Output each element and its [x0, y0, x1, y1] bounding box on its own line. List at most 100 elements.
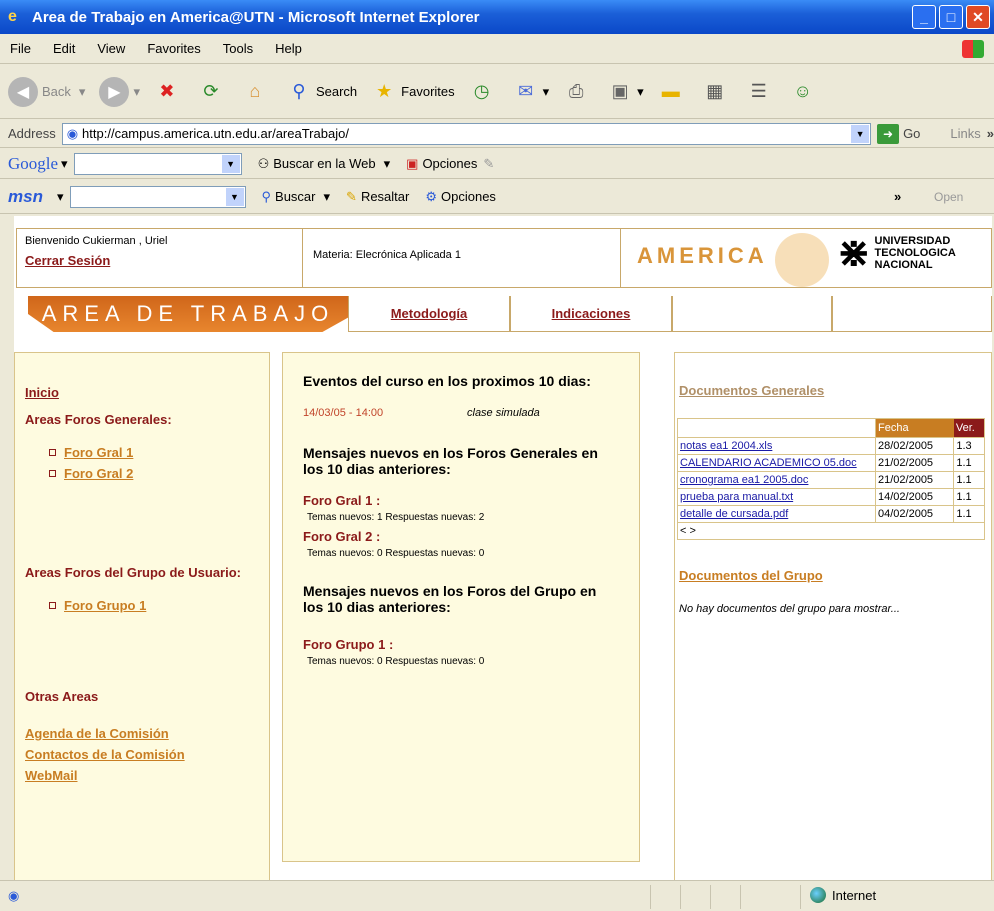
google-options-label: Opciones [422, 156, 478, 171]
mail-button[interactable]: ✉ ▾ [513, 79, 550, 105]
general-documents-heading[interactable]: Documentos Generales [679, 383, 989, 398]
print-icon: ⎙ [568, 81, 584, 101]
page-status-icon: ◉ [8, 888, 20, 903]
table-row: detalle de cursada.pdf 04/02/2005 1.1 [677, 505, 985, 523]
calculator-button[interactable]: ▦ [702, 79, 732, 105]
window-titlebar: e Area de Trabajo en America@UTN - Micro… [0, 0, 994, 34]
google-search-input[interactable]: ▼ [73, 152, 242, 175]
page-icon: ◉ [66, 125, 79, 141]
binoculars-icon: ⚇ [257, 155, 270, 171]
webmail-link[interactable]: WebMail [25, 768, 259, 783]
folder-button[interactable]: ▬ [658, 79, 688, 105]
refresh-button[interactable]: ⟳ [198, 79, 228, 105]
forward-dropdown-icon[interactable]: ▾ [133, 84, 140, 100]
search-button[interactable]: ⚲ Search [286, 79, 357, 105]
document-version: 1.3 [953, 437, 985, 455]
agenda-link[interactable]: Agenda de la Comisión [25, 726, 259, 741]
msn-search-button[interactable]: ⚲ Buscar ▾ [262, 189, 331, 205]
menu-favorites[interactable]: Favorites [147, 41, 200, 56]
stop-button[interactable]: ✖ [154, 79, 184, 105]
document-date: 28/02/2005 [874, 437, 955, 455]
refresh-icon: ⟳ [203, 81, 219, 101]
contacts-link[interactable]: Contactos de la Comisión [25, 747, 259, 762]
tab-metodologia[interactable]: Metodología [348, 296, 510, 332]
tab-bar: AREA DE TRABAJO Metodología Indicaciones [14, 296, 992, 336]
favorites-button[interactable]: ★ Favorites [371, 79, 455, 105]
pager-links[interactable]: < > [677, 522, 985, 540]
group-documents-heading[interactable]: Documentos del Grupo [679, 568, 989, 583]
course-news-panel: Eventos del curso en los proximos 10 dia… [282, 352, 640, 862]
google-search-web-button[interactable]: ⚇ Buscar en la Web ▾ [258, 156, 391, 172]
back-button[interactable]: ◀ Back ▾ [8, 76, 86, 107]
menu-tools[interactable]: Tools [223, 41, 253, 56]
messenger-button[interactable]: ☺ [790, 79, 820, 105]
menu-file[interactable]: File [10, 41, 31, 56]
forum-gral-2-link[interactable]: Foro Gral 2 [64, 466, 133, 481]
go-label: Go [903, 126, 921, 141]
document-link[interactable]: prueba para manual.txt [680, 491, 793, 503]
history-button[interactable]: ◷ [469, 79, 499, 105]
back-dropdown-icon[interactable]: ▾ [79, 84, 86, 100]
research-button[interactable]: ☰ [746, 79, 776, 105]
msn-logo: msn [8, 186, 43, 206]
document-version: 1.1 [953, 505, 985, 523]
pencil-icon: ✎ [483, 155, 495, 171]
forum-gral-2-heading: Foro Gral 2 : [303, 529, 381, 544]
links-button[interactable]: Links [950, 126, 980, 141]
document-link[interactable]: detalle de cursada.pdf [680, 508, 788, 520]
group-messages-title: Mensajes nuevos en los Foros del Grupo e… [303, 583, 597, 615]
mail-dropdown-icon: ▾ [542, 83, 550, 99]
utn-line2: TECNOLOGICA [874, 247, 956, 259]
google-menu-icon[interactable]: ▾ [61, 156, 68, 172]
calculator-icon: ▦ [706, 81, 724, 101]
security-zone: Internet [810, 887, 876, 903]
links-chevron-icon[interactable]: » [987, 126, 994, 141]
window-title: Area de Trabajo en America@UTN - Microso… [32, 8, 480, 26]
msn-menu-icon[interactable]: ▾ [57, 189, 64, 205]
edit-button[interactable]: ▣ ▾ [607, 79, 644, 105]
logout-link[interactable]: Cerrar Sesión [25, 253, 294, 268]
forward-button[interactable]: ▶ ▾ [99, 76, 140, 107]
table-row: notas ea1 2004.xls 28/02/2005 1.3 [677, 437, 985, 455]
minimize-button[interactable]: _ [912, 5, 936, 29]
tab-empty-2 [832, 296, 992, 332]
document-link[interactable]: CALENDARIO ACADEMICO 05.doc [680, 457, 857, 469]
forum-group-1-stats: Temas nuevos: 0 Respuestas nuevas: 0 [307, 656, 485, 667]
security-zone-label: Internet [832, 887, 877, 903]
search-icon: ⚲ [292, 81, 306, 101]
address-dropdown-icon[interactable]: ▼ [851, 124, 870, 143]
google-dropdown-icon[interactable]: ▼ [221, 154, 240, 173]
msn-search-input[interactable]: ▼ [69, 185, 246, 208]
forum-gral-1-link[interactable]: Foro Gral 1 [64, 445, 133, 460]
tab-area-trabajo[interactable]: AREA DE TRABAJO [28, 296, 348, 332]
menu-help[interactable]: Help [275, 41, 302, 56]
print-button[interactable]: ⎙ [563, 79, 593, 105]
forum-group-1-link[interactable]: Foro Grupo 1 [64, 598, 146, 613]
document-date: 21/02/2005 [874, 454, 955, 472]
msn-dropdown-icon[interactable]: ▼ [225, 187, 244, 206]
event-row: 14/03/05 - 14:00 clase simulada [303, 407, 619, 419]
tab-indicaciones[interactable]: Indicaciones [510, 296, 672, 332]
msn-open-button[interactable]: Open [934, 190, 963, 204]
document-link[interactable]: notas ea1 2004.xls [680, 440, 772, 452]
home-link[interactable]: Inicio [25, 385, 259, 400]
table-row: prueba para manual.txt 14/02/2005 1.1 [677, 488, 985, 506]
address-input[interactable]: ◉ http://campus.america.utn.edu.ar/areaT… [61, 122, 872, 145]
msn-options-button[interactable]: ⚙ Opciones [425, 189, 496, 205]
menu-bar: File Edit View Favorites Tools Help [0, 34, 994, 64]
home-button[interactable]: ⌂ [242, 79, 272, 105]
favorites-label: Favorites [401, 84, 455, 99]
msn-highlight-button[interactable]: ✎ Resaltar [346, 189, 409, 205]
google-options-button[interactable]: ▣ Opciones ✎ [406, 156, 494, 172]
document-link[interactable]: cronograma ea1 2005.doc [680, 474, 808, 486]
tab-empty-1 [672, 296, 832, 332]
google-search-web-label: Buscar en la Web [273, 156, 376, 171]
maximize-button[interactable]: □ [939, 5, 963, 29]
msn-chevron-icon[interactable]: » [894, 189, 901, 204]
close-button[interactable]: ✕ [966, 5, 990, 29]
highlighter-icon: ✎ [346, 188, 357, 204]
go-button[interactable]: ➜ Go [877, 123, 921, 144]
menu-edit[interactable]: Edit [53, 41, 75, 56]
menu-view[interactable]: View [97, 41, 125, 56]
bullet-icon [49, 602, 56, 609]
